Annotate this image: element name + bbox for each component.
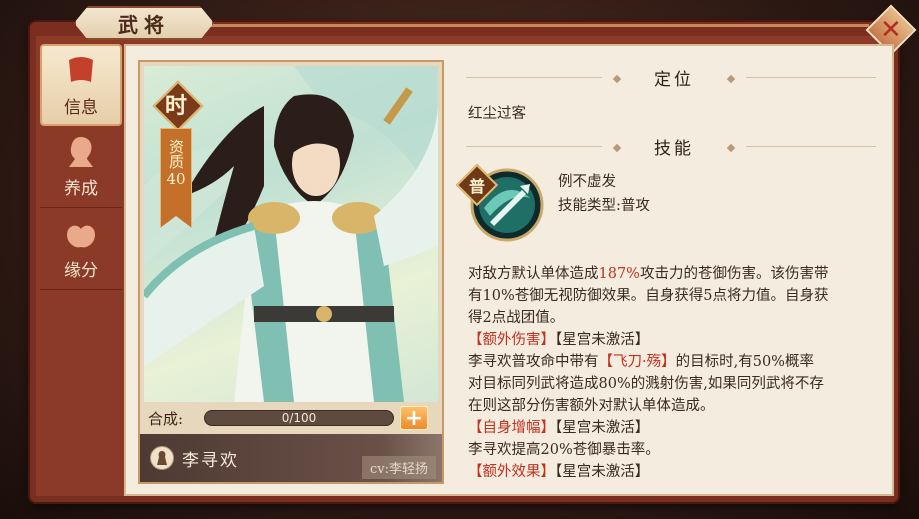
hands-icon: [61, 216, 101, 252]
skill-desc-line-5: 李寻欢普攻命中带有【飞刀·殇】的目标时,有50%概率: [468, 350, 814, 371]
desc-text: 攻击力的苍御伤害。该伤害带: [639, 266, 829, 282]
skill-desc-line-6: 对目标同列武将造成80%的溅射伤害,如果同列武将不存: [468, 376, 824, 392]
hero-card: 时 资质 40 合成: 0/100 + 李寻欢 cv:李轻扬: [138, 60, 444, 484]
grade-badge: 时 资质 40: [154, 82, 198, 252]
close-icon: ✕: [880, 14, 902, 45]
positioning-heading-text: 定位: [654, 69, 694, 90]
title-divider: [210, 24, 869, 27]
aptitude-label: 资质: [167, 139, 185, 169]
skill-desc-line-7: 在则这部分伤害额外对默认单体造成。: [468, 398, 715, 414]
synthesis-row: 合成: 0/100 +: [148, 405, 438, 431]
window-title: 武将: [118, 12, 170, 37]
synthesis-progress-bar: 0/100: [204, 410, 394, 426]
skill-desc-line-2: 有10%苍御无视防御效果。自身获得5点将力值。自身获: [468, 288, 829, 304]
hero-name-bar: 李寻欢 cv:李轻扬: [140, 434, 442, 482]
skill-divider-right: [746, 146, 876, 147]
tab-info[interactable]: 信息: [40, 44, 122, 126]
hero-class-icon: [150, 446, 174, 470]
grade-diamond: 时: [154, 82, 198, 126]
skill-desc-line-3: 得2点战团值。: [468, 310, 565, 326]
voice-actor-label: cv:李轻扬: [361, 456, 436, 479]
synthesis-add-button[interactable]: +: [400, 405, 428, 431]
skill-heading-text: 技能: [654, 138, 694, 159]
star-inactive-tag: 【星宫未激活】: [555, 332, 650, 348]
desc-text: 李寻欢普攻命中带有: [468, 354, 599, 370]
window-title-tab: 武将: [74, 6, 214, 40]
skill-extra-damage-row: 【额外伤害】【星宫未激活】: [468, 328, 649, 349]
aptitude-ribbon: 资质 40: [160, 128, 192, 228]
skill-type-line: 技能类型:普攻: [558, 198, 650, 214]
positioning-divider-left: [466, 77, 602, 78]
tab-fate-label: 缘分: [64, 261, 98, 281]
positioning-divider-right: [746, 77, 876, 78]
skill-desc-line-9: 李寻欢提高20%苍御暴击率。: [468, 442, 660, 458]
skill-desc-line-1: 对敌方默认单体造成187%攻击力的苍御伤害。该伤害带: [468, 262, 828, 283]
skill-divider-left: [466, 146, 602, 147]
positioning-heading: 定位: [614, 64, 734, 90]
extra-damage-tag: 【额外伤害】: [468, 332, 555, 348]
hero-portrait: 时 资质 40: [144, 66, 438, 402]
profile-icon: [61, 134, 101, 170]
tab-cultivate[interactable]: 养成: [40, 126, 122, 208]
side-tab-list: 信息 养成 缘分: [40, 44, 122, 294]
desc-highlight: 187%: [598, 266, 640, 282]
star-inactive-tag: 【星宫未激活】: [555, 420, 650, 436]
desc-highlight: 【飞刀·殇】: [598, 354, 676, 370]
tab-info-label: 信息: [64, 97, 98, 118]
tab-fate[interactable]: 缘分: [40, 208, 122, 290]
skill-extra-effect-row: 【额外效果】【星宫未激活】: [468, 460, 649, 481]
plus-icon: +: [404, 405, 424, 431]
desc-text: 对敌方默认单体造成: [468, 266, 599, 282]
extra-effect-tag: 【额外效果】: [468, 464, 555, 480]
skill-heading: 技能: [614, 133, 734, 159]
aptitude-value: 40: [166, 170, 186, 188]
synthesis-progress-text: 0/100: [281, 411, 317, 425]
self-boost-tag: 【自身增幅】: [468, 420, 555, 436]
hero-name: 李寻欢: [182, 451, 239, 471]
grade-label: 时: [164, 93, 187, 119]
star-inactive-tag: 【星宫未激活】: [555, 464, 650, 480]
skill-name: 例不虚发: [558, 174, 616, 190]
scroll-icon: [61, 53, 101, 89]
skill-type-badge-text: 普: [468, 177, 485, 196]
tab-cultivate-label: 养成: [64, 179, 98, 199]
synthesis-label: 合成:: [148, 409, 184, 428]
skill-self-boost-row: 【自身增幅】【星宫未激活】: [468, 416, 649, 437]
desc-text: 的目标时,有50%概率: [675, 354, 814, 370]
positioning-text: 红尘过客: [468, 106, 526, 122]
